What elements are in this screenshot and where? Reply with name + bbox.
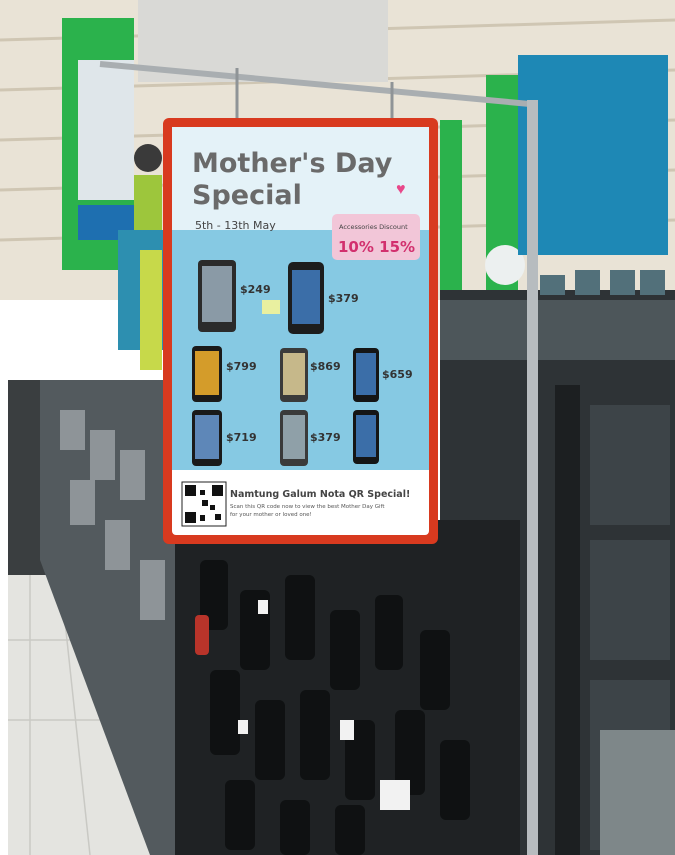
store-photo: Mother's Day Special ♥ 5th - 13th May Ac… [0, 0, 675, 855]
display-pole [527, 100, 538, 855]
green-banner-mid [440, 120, 462, 310]
poster-date-range: 5th - 13th May [195, 219, 276, 232]
price-label: $379 [328, 292, 359, 305]
price-label: $249 [240, 283, 271, 296]
price-label: $719 [226, 431, 257, 444]
price-label: $869 [310, 360, 341, 373]
qr-body-line1: Scan this QR code now to view the best M… [230, 504, 385, 510]
poster: Mother's Day Special ♥ 5th - 13th May Ac… [163, 118, 438, 544]
qr-heading: Namtung Galum Nota QR Special! [230, 489, 410, 500]
price-label: $379 [310, 431, 341, 444]
heart-icon: ♥ [396, 181, 406, 198]
blue-hanging-sign [518, 55, 668, 255]
price-label: $659 [382, 368, 413, 381]
discount-caption: Accessories Discount [339, 223, 408, 231]
poster-title-line2: Special [192, 180, 302, 211]
qr-body-line2: for your mother or loved one! [230, 512, 312, 518]
poster-title-line1: Mother's Day [192, 148, 393, 179]
price-label: $799 [226, 360, 257, 373]
qr-code [181, 481, 227, 527]
discount-values: 10% 15% [338, 238, 415, 256]
